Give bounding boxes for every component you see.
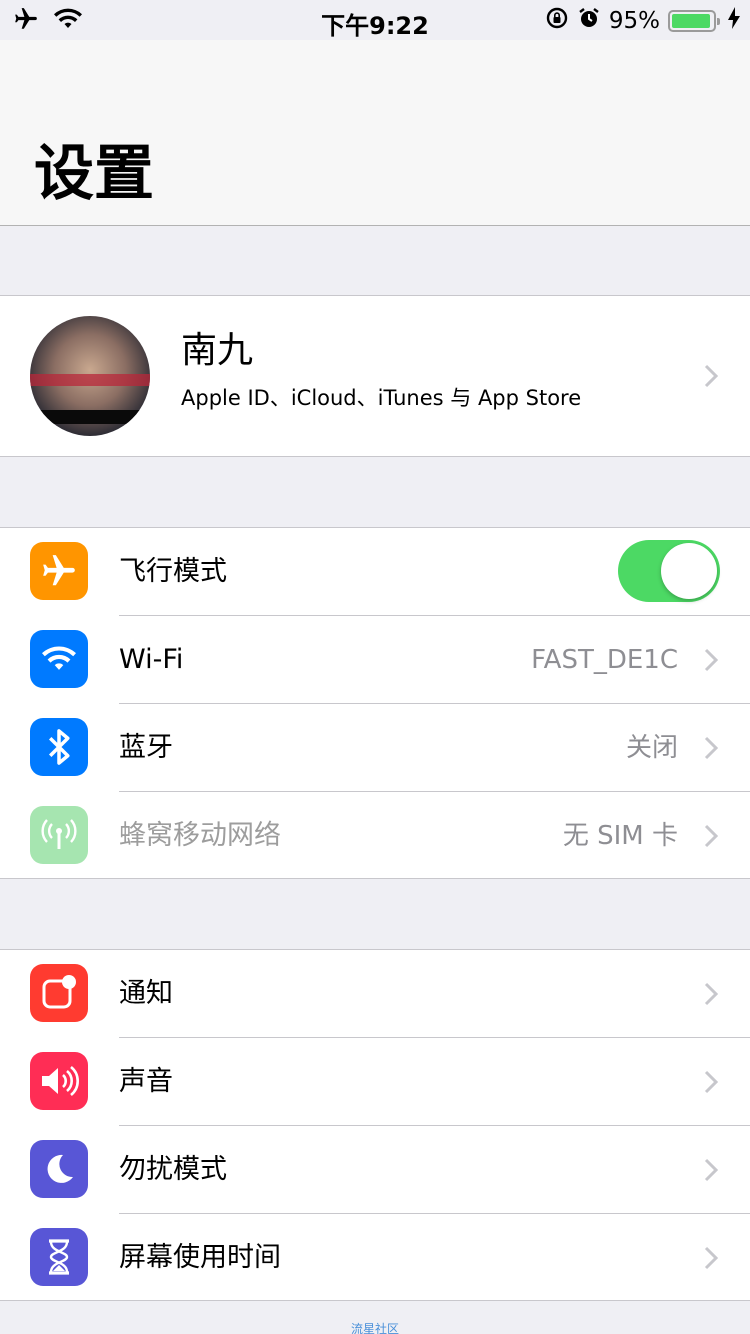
chevron-right-icon	[704, 824, 718, 848]
row-label: 声音	[119, 1066, 173, 1097]
moon-icon	[30, 1140, 88, 1198]
bluetooth-icon	[30, 718, 88, 776]
row-label: 飞行模式	[119, 556, 227, 587]
chevron-right-icon	[704, 364, 718, 388]
charging-bolt-icon	[728, 7, 740, 35]
rotation-lock-icon	[545, 6, 569, 36]
avatar	[30, 316, 150, 436]
watermark: 流星社区	[350, 1322, 399, 1334]
profile-name: 南九	[181, 330, 254, 371]
cellular-antenna-icon	[30, 806, 88, 864]
row-label: 通知	[119, 978, 173, 1009]
battery-icon	[668, 10, 720, 32]
chevron-right-icon	[704, 1070, 718, 1094]
settings-row-sounds[interactable]: 声音	[0, 1038, 750, 1126]
chevron-right-icon	[704, 648, 718, 672]
settings-row-wifi[interactable]: Wi-Fi FAST_DE1C	[0, 616, 750, 704]
settings-row-screen-time[interactable]: 屏幕使用时间	[0, 1214, 750, 1302]
connectivity-group: 飞行模式 Wi-Fi FAST_DE1C 蓝牙 关闭 蜂窝移动网络 无 SIM …	[0, 527, 750, 879]
chevron-right-icon	[704, 736, 718, 760]
settings-row-do-not-disturb[interactable]: 勿扰模式	[0, 1126, 750, 1214]
settings-row-bluetooth[interactable]: 蓝牙 关闭	[0, 704, 750, 792]
toggle-knob	[661, 543, 717, 599]
apple-id-profile-row[interactable]: 南九 Apple ID、iCloud、iTunes 与 App Store	[0, 295, 750, 457]
airplane-mode-toggle[interactable]	[618, 540, 720, 602]
wifi-icon	[30, 630, 88, 688]
system-group: 通知 声音 勿扰模式 屏幕使用时间	[0, 949, 750, 1301]
cellular-status-value: 无 SIM 卡	[562, 821, 678, 851]
row-label: 勿扰模式	[119, 1154, 227, 1185]
bluetooth-status-value: 关闭	[625, 733, 678, 763]
settings-row-cellular[interactable]: 蜂窝移动网络 无 SIM 卡	[0, 792, 750, 880]
chevron-right-icon	[704, 1158, 718, 1182]
row-label: 蜂窝移动网络	[119, 820, 281, 851]
hourglass-icon	[30, 1228, 88, 1286]
settings-row-airplane-mode[interactable]: 飞行模式	[0, 528, 750, 616]
settings-row-notifications[interactable]: 通知	[0, 950, 750, 1038]
wifi-network-value: FAST_DE1C	[531, 645, 678, 675]
alarm-icon	[577, 6, 601, 36]
chevron-right-icon	[704, 1246, 718, 1270]
chevron-right-icon	[704, 982, 718, 1006]
profile-subtitle: Apple ID、iCloud、iTunes 与 App Store	[181, 386, 582, 410]
row-label: Wi-Fi	[119, 644, 184, 675]
page-title: 设置	[34, 139, 154, 209]
airplane-mode-icon	[30, 542, 88, 600]
notifications-icon	[30, 964, 88, 1022]
status-bar: 下午9:22 95%	[0, 0, 750, 40]
row-label: 屏幕使用时间	[119, 1242, 281, 1273]
navigation-header: 设置	[0, 40, 750, 226]
speaker-icon	[30, 1052, 88, 1110]
battery-level-fill	[672, 14, 710, 28]
row-label: 蓝牙	[119, 732, 173, 763]
battery-percentage: 95%	[608, 8, 660, 34]
